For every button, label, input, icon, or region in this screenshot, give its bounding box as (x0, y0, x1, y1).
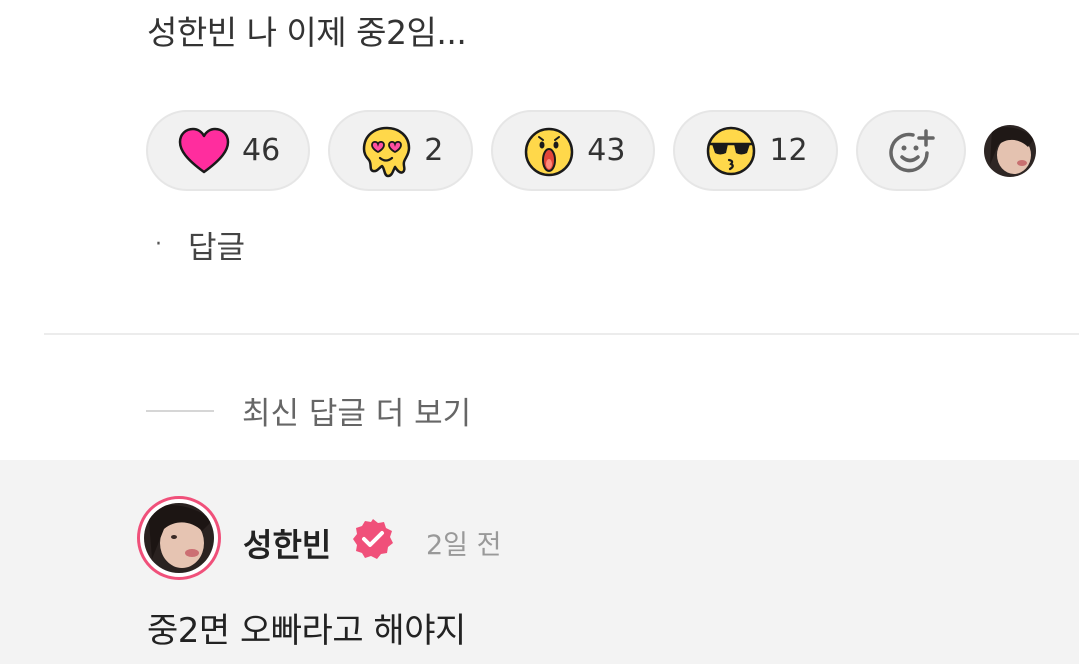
verified-badge-icon (353, 519, 393, 559)
comment-text: 성한빈 나 이제 중2임... (147, 13, 467, 52)
melting-love-icon (362, 126, 411, 177)
reply-button[interactable]: · 답글 (155, 222, 245, 267)
sunglasses-kiss-icon (707, 126, 756, 175)
reaction-count: 12 (769, 133, 808, 168)
reaction-count: 46 (242, 133, 281, 168)
reaction-melting-love-button[interactable]: 2 (328, 110, 474, 191)
reply-item: 성한빈 2일 전 중2면 오빠라고 해야지 (0, 460, 1079, 664)
bullet: · (155, 232, 162, 257)
more-replies-line (146, 409, 214, 412)
reaction-heart-button[interactable]: 46 (146, 110, 311, 191)
reaction-bar: 46 2 43 12 (146, 108, 1036, 193)
heart-icon (178, 127, 230, 173)
reaction-count: 2 (424, 133, 444, 168)
more-replies-button[interactable]: 최신 답글 더 보기 (146, 388, 471, 433)
divider (44, 333, 1079, 335)
reply-author-avatar[interactable] (137, 496, 221, 580)
reactor-avatar[interactable] (983, 124, 1036, 177)
reaction-count: 43 (587, 133, 626, 168)
avatar-photo (144, 503, 214, 573)
reaction-shocked-button[interactable]: 43 (491, 110, 656, 191)
reply-label: 답글 (188, 230, 246, 266)
add-reaction-button[interactable] (855, 110, 966, 191)
more-replies-label: 최신 답글 더 보기 (242, 396, 472, 432)
reply-timestamp: 2일 전 (426, 530, 502, 561)
add-reaction-icon (888, 128, 935, 172)
avatar-photo (983, 124, 1036, 177)
shocked-face-icon (525, 127, 574, 176)
reply-text: 중2면 오빠라고 해야지 (147, 611, 466, 651)
reaction-sunglasses-button[interactable]: 12 (673, 110, 838, 191)
reply-author-name[interactable]: 성한빈 (243, 520, 331, 566)
